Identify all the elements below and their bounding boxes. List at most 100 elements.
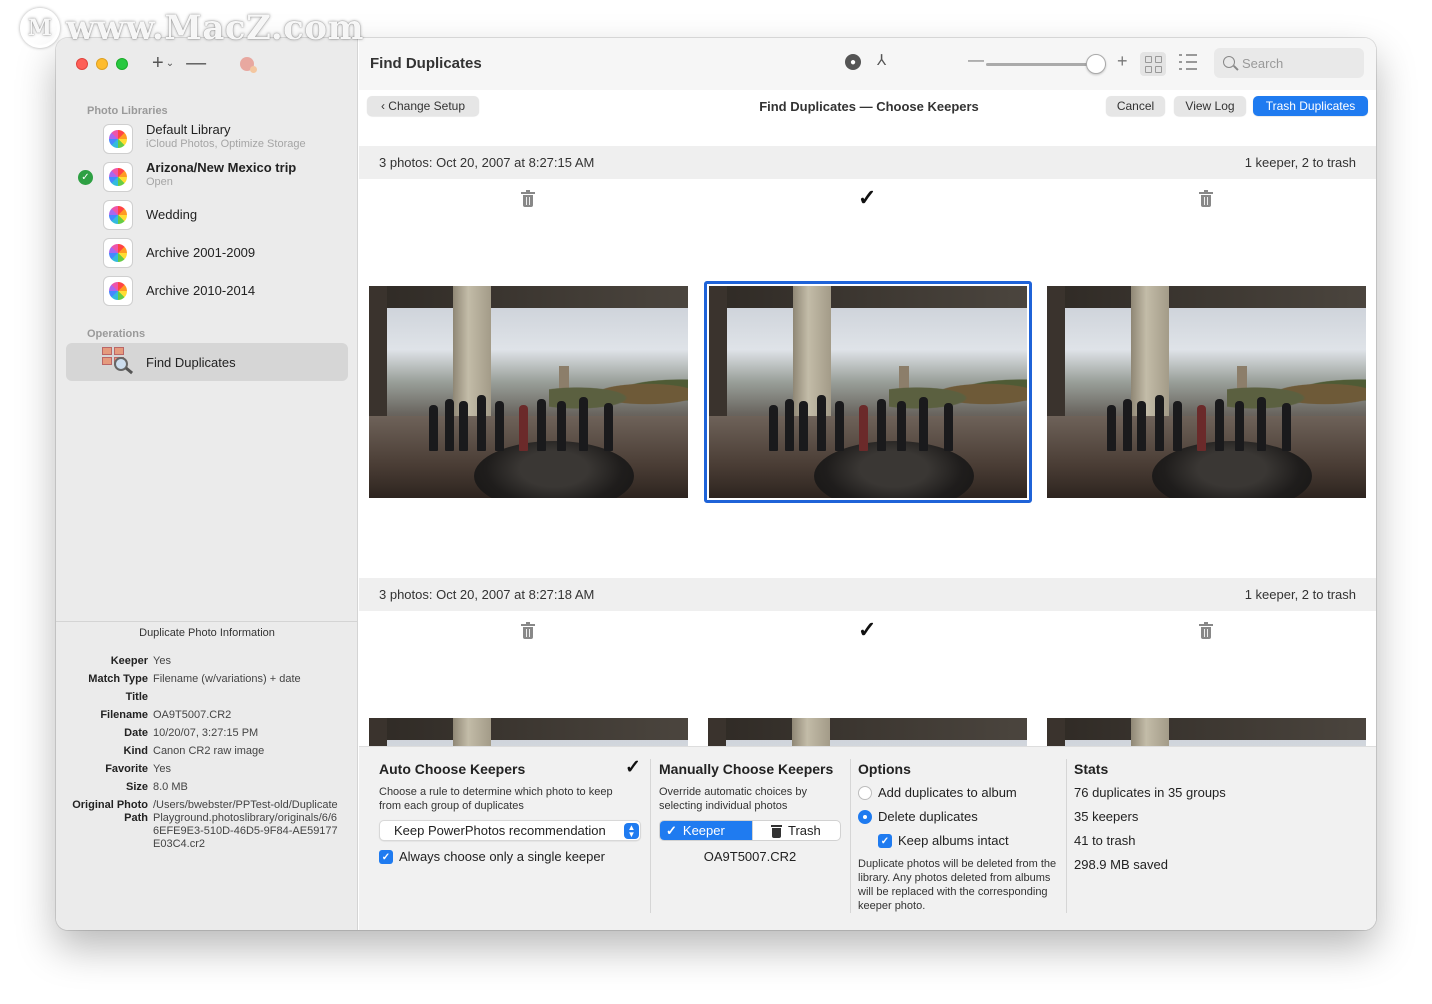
action-bar: ‹ Change Setup Find Duplicates — Choose …: [359, 90, 1376, 130]
options-note: Duplicate photos will be deleted from th…: [858, 858, 1057, 912]
keeper-rule-select[interactable]: Keep PowerPhotos recommendation ▲ ▼: [379, 820, 641, 841]
info-value: Yes: [153, 763, 171, 775]
merge-icon[interactable]: ⅄: [877, 51, 886, 69]
view-log-button[interactable]: View Log: [1174, 96, 1246, 116]
duplicate-group-header: 3 photos: Oct 20, 2007 at 8:27:15 AM 1 k…: [359, 146, 1376, 179]
keep-albums-checkbox[interactable]: ✓: [878, 834, 892, 848]
sidebar-item-archive-2010[interactable]: Archive 2010-2014: [66, 272, 348, 310]
sidebar-item-arizona-trip[interactable]: ✓ Arizona/New Mexico trip Open: [66, 158, 348, 196]
photos-library-icon: [103, 200, 133, 230]
stat-keepers: 35 keepers: [1074, 809, 1139, 824]
info-key: Match Type: [88, 673, 148, 685]
keeper-check-icon[interactable]: ✓: [858, 185, 876, 211]
info-row: Original Photo Path/Users/bwebster/PPTes…: [56, 799, 343, 851]
watermark: M www.MacZ.com: [20, 8, 364, 48]
group-summary: 3 photos: Oct 20, 2007 at 8:27:15 AM: [379, 155, 595, 170]
stat-to-trash: 41 to trash: [1074, 833, 1136, 848]
info-key: Title: [125, 691, 148, 703]
sidebar-toolbar: + ⌄ —: [152, 52, 258, 75]
trash-icon[interactable]: [521, 622, 535, 639]
photos-badge-icon[interactable]: [240, 56, 258, 73]
info-row: Match Type Filename (w/variations) + date: [56, 673, 343, 686]
divider: [56, 621, 358, 622]
watermark-logo: M: [20, 8, 60, 48]
remove-library-button[interactable]: —: [186, 52, 206, 75]
duplicate-photo[interactable]: [1047, 718, 1366, 746]
info-row: Favorite Yes: [56, 763, 343, 776]
trash-icon[interactable]: [1199, 622, 1213, 639]
keeper-label: Keeper: [682, 823, 725, 838]
zoom-slider-knob[interactable]: [1086, 54, 1107, 74]
add-library-button[interactable]: +: [152, 52, 164, 75]
chevron-down-icon[interactable]: ⌄: [166, 58, 174, 69]
sidebar-item-wedding[interactable]: Wedding: [66, 196, 348, 234]
window-controls: [76, 58, 128, 70]
group-summary: 3 photos: Oct 20, 2007 at 8:27:18 AM: [379, 587, 595, 602]
photos-library-icon: [103, 238, 133, 268]
selected-photo-frame[interactable]: [704, 281, 1032, 503]
library-name: Archive 2010-2014: [146, 283, 256, 298]
options-heading: Options: [858, 761, 911, 777]
info-key: Filename: [100, 709, 148, 721]
info-row: Kind Canon CR2 raw image: [56, 745, 343, 758]
single-keeper-checkbox[interactable]: ✓: [379, 850, 393, 864]
info-key: Favorite: [105, 763, 148, 775]
library-subtitle: Open: [146, 176, 173, 188]
trash-icon[interactable]: [521, 190, 535, 207]
zoom-window-button[interactable]: [116, 58, 128, 70]
change-setup-button[interactable]: ‹ Change Setup: [367, 96, 479, 116]
duplicate-group-header: 3 photos: Oct 20, 2007 at 8:27:18 AM 1 k…: [359, 578, 1376, 611]
auto-choose-description: Choose a rule to determine which photo t…: [379, 786, 613, 812]
duplicate-photo[interactable]: [709, 286, 1027, 498]
sidebar-item-archive-2001[interactable]: Archive 2001-2009: [66, 234, 348, 272]
zoom-in-icon[interactable]: +: [1117, 51, 1128, 72]
library-subtitle: iCloud Photos, Optimize Storage: [146, 138, 306, 150]
page-title: Find Duplicates: [370, 55, 482, 72]
auto-choose-heading: Auto Choose Keepers: [379, 761, 526, 777]
segment-keeper[interactable]: ✓ Keeper: [660, 821, 752, 840]
keep-albums-label: Keep albums intact: [898, 833, 1009, 848]
auto-choose-check-icon[interactable]: ✓: [625, 756, 641, 779]
library-name: Arizona/New Mexico trip: [146, 160, 297, 175]
libraries-heading: Photo Libraries: [87, 105, 168, 117]
duplicate-photo[interactable]: [1047, 286, 1366, 498]
info-row: Title: [56, 691, 343, 704]
manual-choose-description: Override automatic choices by selecting …: [659, 786, 807, 812]
duplicate-photo[interactable]: [369, 718, 688, 746]
divider: [850, 759, 851, 913]
keeper-rule-value: Keep PowerPhotos recommendation: [394, 823, 606, 838]
segment-trash[interactable]: Trash: [752, 821, 840, 840]
add-to-album-label: Add duplicates to album: [878, 785, 1017, 800]
grid-view-icon[interactable]: [1140, 52, 1166, 76]
search-input[interactable]: [1242, 54, 1357, 72]
cancel-button[interactable]: Cancel: [1106, 96, 1165, 116]
search-field[interactable]: [1214, 48, 1364, 78]
sidebar-item-default-library[interactable]: Default Library iCloud Photos, Optimize …: [66, 120, 348, 158]
app-window: + ⌄ — Photo Libraries Default Library iC…: [56, 38, 1376, 930]
duplicate-photo[interactable]: [369, 286, 688, 498]
keeper-trash-segmented[interactable]: ✓ Keeper Trash: [659, 820, 841, 841]
keeper-check-icon[interactable]: ✓: [858, 617, 876, 643]
trash-icon: [771, 824, 782, 838]
operations-heading: Operations: [87, 328, 146, 340]
stats-heading: Stats: [1074, 761, 1109, 777]
duplicate-photo[interactable]: [708, 718, 1027, 746]
find-duplicates-icon: [102, 347, 134, 377]
delete-duplicates-radio[interactable]: [858, 810, 872, 824]
zoom-out-icon[interactable]: —: [968, 52, 984, 70]
search-icon: [1223, 56, 1235, 68]
trash-icon[interactable]: [1199, 190, 1213, 207]
list-view-icon[interactable]: [1179, 54, 1197, 70]
close-window-button[interactable]: [76, 58, 88, 70]
info-value: OA9T5007.CR2: [153, 709, 232, 721]
info-badge-icon[interactable]: ●: [845, 54, 861, 70]
minimize-window-button[interactable]: [96, 58, 108, 70]
stat-duplicates: 76 duplicates in 35 groups: [1074, 785, 1226, 800]
operation-label: Find Duplicates: [146, 355, 236, 370]
watermark-text: www.MacZ.com: [66, 8, 365, 48]
library-name: Archive 2001-2009: [146, 245, 256, 260]
add-to-album-radio[interactable]: [858, 786, 872, 800]
sidebar-item-find-duplicates[interactable]: Find Duplicates: [66, 343, 348, 381]
trash-duplicates-button[interactable]: Trash Duplicates: [1253, 96, 1368, 116]
main-content: Find Duplicates ● ⅄ — + ‹ Change Setup F…: [359, 38, 1376, 930]
